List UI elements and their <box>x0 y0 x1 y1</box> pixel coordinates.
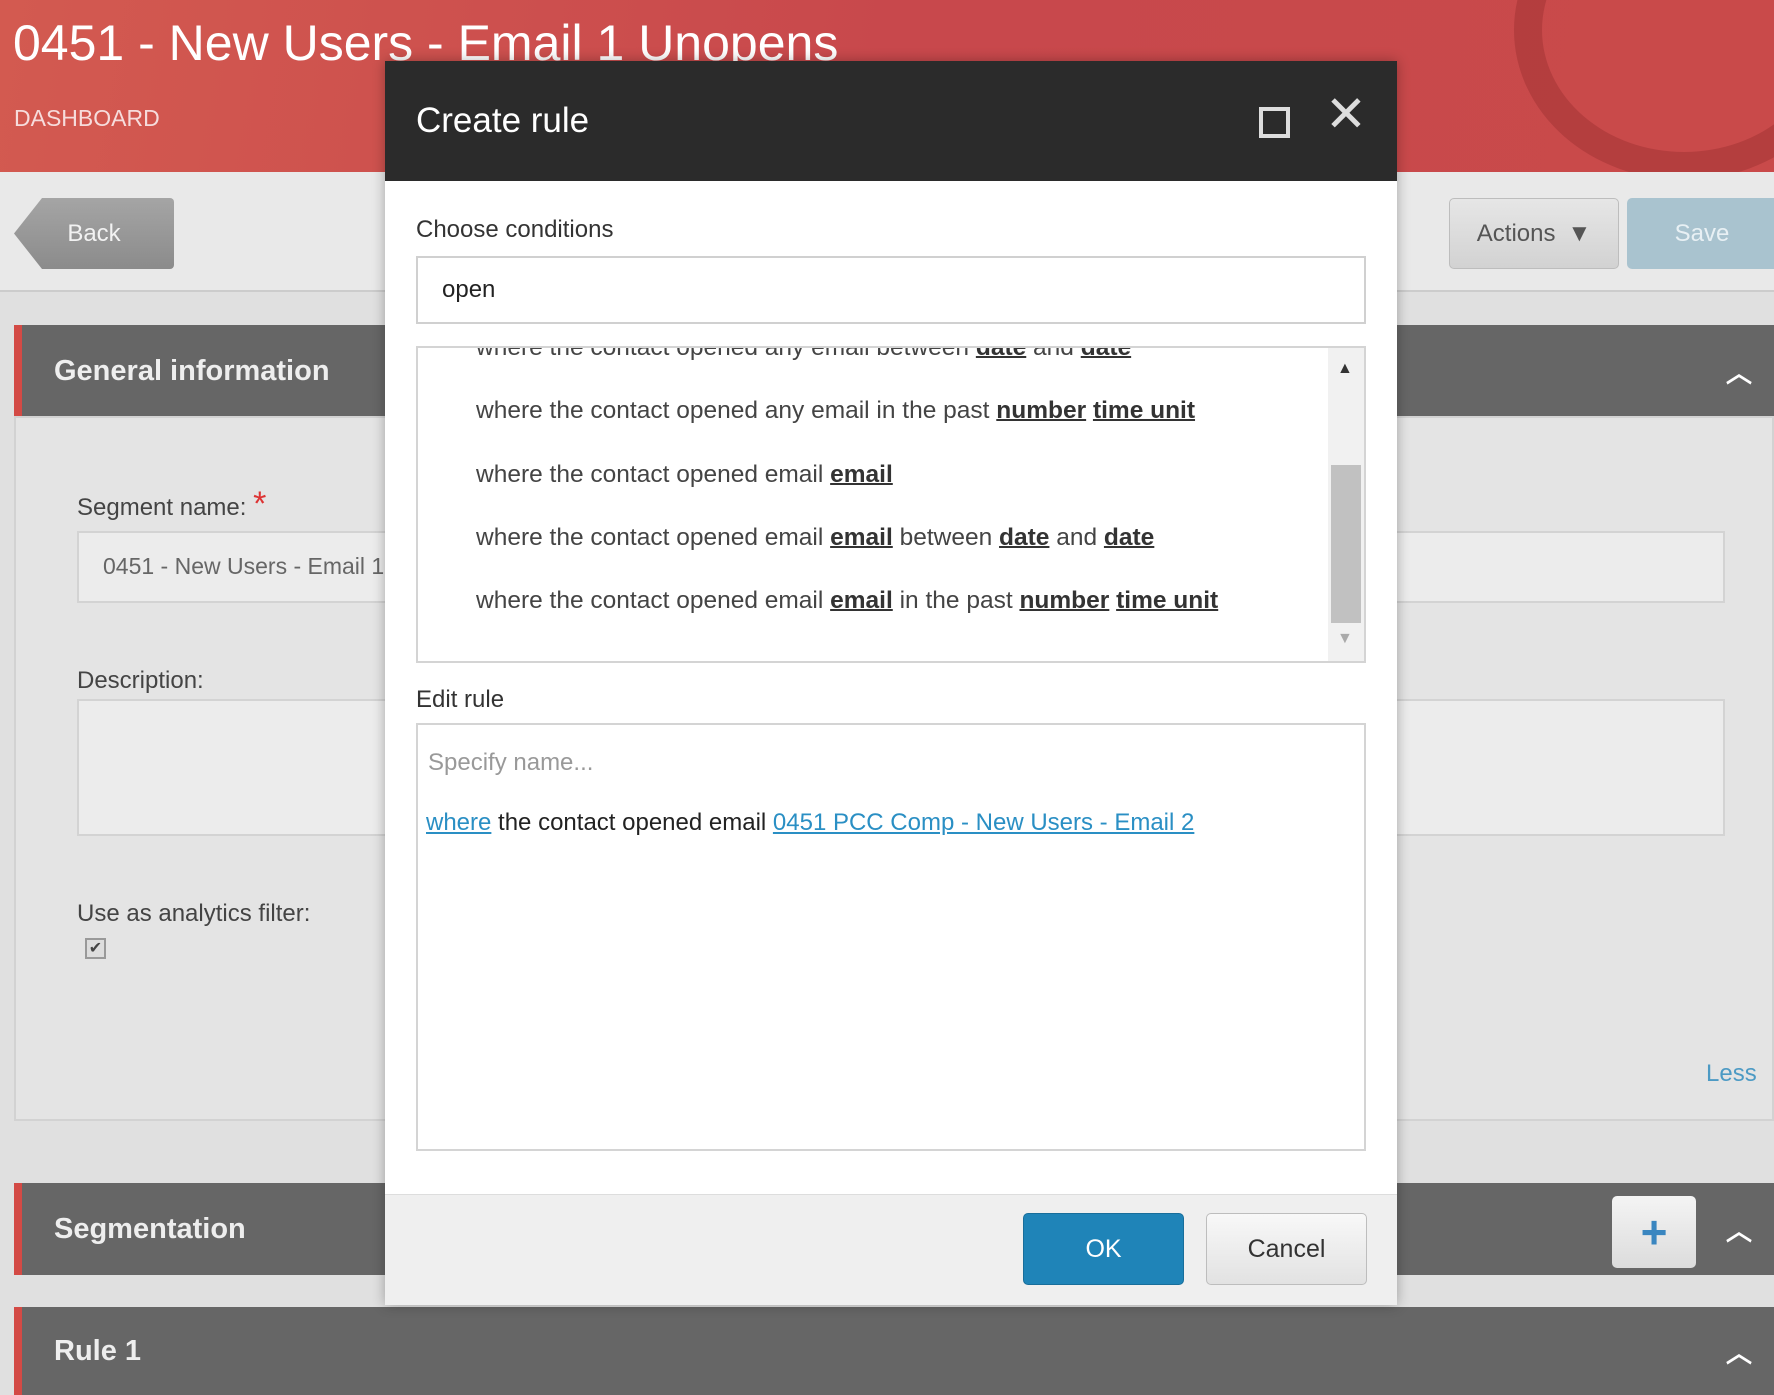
condition-text: in the past <box>892 587 1020 614</box>
dialog-title: Create rule <box>416 101 590 140</box>
less-link[interactable]: Less <box>1706 1060 1757 1088</box>
condition-item[interactable]: where the contact opened any email betwe… <box>476 346 1131 362</box>
condition-parameter[interactable]: date <box>1081 348 1131 361</box>
cancel-button[interactable]: Cancel <box>1206 1213 1367 1285</box>
condition-text: and <box>1049 524 1104 551</box>
edit-rule-label: Edit rule <box>416 686 505 713</box>
actions-label: Actions <box>1476 219 1556 247</box>
condition-parameter[interactable]: time unit <box>1093 397 1195 424</box>
condition-item[interactable]: where the contact opened any email in th… <box>476 397 1195 425</box>
add-rule-button[interactable]: + <box>1612 1196 1696 1268</box>
condition-item[interactable]: where the contact opened email email bet… <box>476 524 1154 552</box>
condition-parameter[interactable]: email <box>830 587 893 614</box>
analytics-filter-label: Use as analytics filter: <box>77 900 311 927</box>
label-text: Segment name: <box>77 494 247 521</box>
condition-text: where the contact opened any email in th… <box>476 397 997 424</box>
dialog-header: Create rule ✕ <box>385 61 1397 181</box>
segment-name-label: Segment name: * <box>77 487 266 522</box>
close-icon[interactable]: ✕ <box>1325 89 1367 139</box>
save-button[interactable]: Save <box>1627 198 1774 269</box>
condition-text: where the contact opened email <box>476 587 831 614</box>
scrollbar[interactable]: ▲ ▼ <box>1328 348 1364 661</box>
scrollbar-thumb[interactable] <box>1331 465 1361 623</box>
caret-down-icon: ▼ <box>1567 219 1592 247</box>
back-button[interactable]: Back <box>14 198 174 269</box>
rule-text: where the contact opened email 0451 PCC … <box>426 809 1194 837</box>
condition-text: and <box>1026 346 1081 361</box>
chevron-up-icon[interactable]: ︿ <box>1726 1211 1752 1248</box>
required-mark: * <box>253 485 267 523</box>
condition-item[interactable]: where the contact opened email email <box>476 461 893 489</box>
section-title: General information <box>54 354 330 387</box>
where-link[interactable]: where <box>426 809 491 836</box>
condition-parameter[interactable]: email <box>830 524 893 551</box>
rule-name-input[interactable]: Specify name... <box>428 749 593 777</box>
section-title: Segmentation <box>54 1212 246 1245</box>
dialog-footer: OK Cancel <box>385 1194 1397 1305</box>
email-value-link[interactable]: 0451 PCC Comp - New Users - Email 2 <box>773 809 1194 836</box>
header-decoration <box>1514 0 1774 180</box>
condition-parameter[interactable]: date <box>976 348 1026 361</box>
chevron-up-icon[interactable]: ︿ <box>1726 353 1752 390</box>
scroll-up-arrow-icon[interactable]: ▲ <box>1337 360 1353 378</box>
actions-dropdown[interactable]: Actions ▼ <box>1449 198 1619 269</box>
breadcrumb-dashboard[interactable]: DASHBOARD <box>14 105 160 132</box>
condition-item[interactable]: where the contact opened email email in … <box>476 587 1218 615</box>
condition-text: where the contact opened any email betwe… <box>476 346 976 361</box>
condition-parameter[interactable]: date <box>999 524 1049 551</box>
condition-text <box>1086 397 1093 424</box>
ok-button[interactable]: OK <box>1023 1213 1184 1285</box>
condition-text: where the contact opened email <box>476 461 831 488</box>
condition-text: between <box>892 524 1000 551</box>
condition-parameter[interactable]: email <box>830 461 893 488</box>
edit-rule-box: Specify name... where the contact opened… <box>416 723 1366 1151</box>
plus-icon: + <box>1640 1206 1668 1258</box>
condition-parameter[interactable]: time unit <box>1116 587 1218 614</box>
condition-parameter[interactable]: number <box>996 397 1086 424</box>
create-rule-dialog: Create rule ✕ Choose conditions open whe… <box>385 61 1397 1305</box>
section-title: Rule 1 <box>54 1334 142 1367</box>
analytics-filter-checkbox[interactable]: ✔ <box>85 938 106 959</box>
condition-text: where the contact opened email <box>476 524 831 551</box>
condition-parameter[interactable]: number <box>1019 587 1109 614</box>
description-label: Description: <box>77 667 204 694</box>
conditions-list: where the contact opened any email betwe… <box>416 346 1366 663</box>
scroll-down-arrow-icon[interactable]: ▼ <box>1337 630 1353 648</box>
maximize-icon[interactable] <box>1259 107 1290 138</box>
condition-parameter[interactable]: date <box>1104 524 1154 551</box>
conditions-search-input[interactable]: open <box>416 256 1366 324</box>
rule-static-text: the contact opened email <box>491 809 773 836</box>
choose-conditions-label: Choose conditions <box>416 216 614 243</box>
chevron-up-icon[interactable]: ︿ <box>1726 1333 1752 1370</box>
rule-1-header[interactable]: Rule 1 ︿ <box>14 1307 1774 1395</box>
